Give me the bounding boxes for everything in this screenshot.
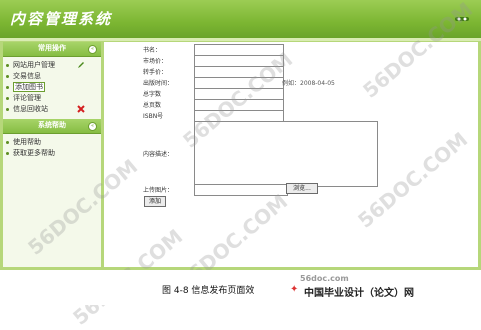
edit-icon[interactable] [77,61,85,69]
sidebar-item-help[interactable]: 使用帮助 [3,137,101,148]
menu-help: 使用帮助 获取更多帮助 [3,134,101,163]
panel-header-common[interactable]: 常用操作 « [3,42,101,57]
sidebar-item-label: 网站用户管理 [13,61,55,69]
word-count-label: 总字数 [143,91,162,98]
site-label: 56doc.com [300,274,349,283]
bullet-icon [6,64,9,67]
bullet-icon [6,86,9,89]
bullet-icon [6,141,9,144]
sidebar-item-trade-info[interactable]: 交易信息 [3,71,101,82]
sidebar-item-comments[interactable]: 评论管理 [3,93,101,104]
sidebar-item-label: 添加图书 [13,82,45,92]
publish-date-hint: 例如：2008-04-05 [282,80,335,87]
bullet-icon [6,75,9,78]
collapse-icon[interactable]: « [88,122,97,131]
description-label: 内容描述： [143,151,174,158]
menu-common: 网站用户管理 交易信息 添加图书 评论管理 信息回收站 [3,57,101,119]
sidebar-item-add-book[interactable]: 添加图书 [3,82,101,93]
publish-date-label: 出版时间： [143,80,174,87]
panel-header-help[interactable]: 系统帮助 « [3,119,101,134]
figure-caption-area: 图 4-8 信息发布页面效 56doc.com ✦ 中国毕业设计（论文）网 [0,270,481,305]
bullet-icon [6,108,9,111]
panel-title: 系统帮助 [38,121,66,129]
app-header: 内容管理系统 [0,0,481,38]
upload-label: 上传图片： [143,187,174,194]
collapse-icon[interactable]: « [88,45,97,54]
bullet-icon [6,152,9,155]
sidebar-item-label: 获取更多帮助 [13,149,55,157]
sidebar-item-label: 信息回收站 [13,105,48,113]
figure-caption: 图 4-8 信息发布页面效 [162,286,255,296]
sidebar-item-label: 使用帮助 [13,138,41,146]
sidebar-item-recycle[interactable]: 信息回收站 [3,104,101,115]
browse-button[interactable]: 浏览... [286,183,318,194]
delete-icon[interactable] [77,105,85,113]
market-price-label: 市场价： [143,58,168,65]
submit-button[interactable]: 添加 [144,196,166,207]
sidebar-item-more-help[interactable]: 获取更多帮助 [3,148,101,159]
app-title: 内容管理系统 [10,10,113,28]
page-count-label: 总页数 [143,102,162,109]
panel-title: 常用操作 [38,44,66,52]
brand-logo-icon: ✦ [290,284,299,295]
sidebar-item-users[interactable]: 网站用户管理 [3,60,101,71]
isbn-label: ISBN号 [143,113,164,120]
bullet-icon [6,97,9,100]
sidebar-item-label: 评论管理 [13,94,41,102]
description-textarea[interactable] [194,121,378,187]
sale-price-label: 转手价： [143,69,168,76]
sidebar-item-label: 交易信息 [13,72,41,80]
book-name-label: 书名： [143,47,162,54]
brand-label: 中国毕业设计（论文）网 [304,288,414,299]
